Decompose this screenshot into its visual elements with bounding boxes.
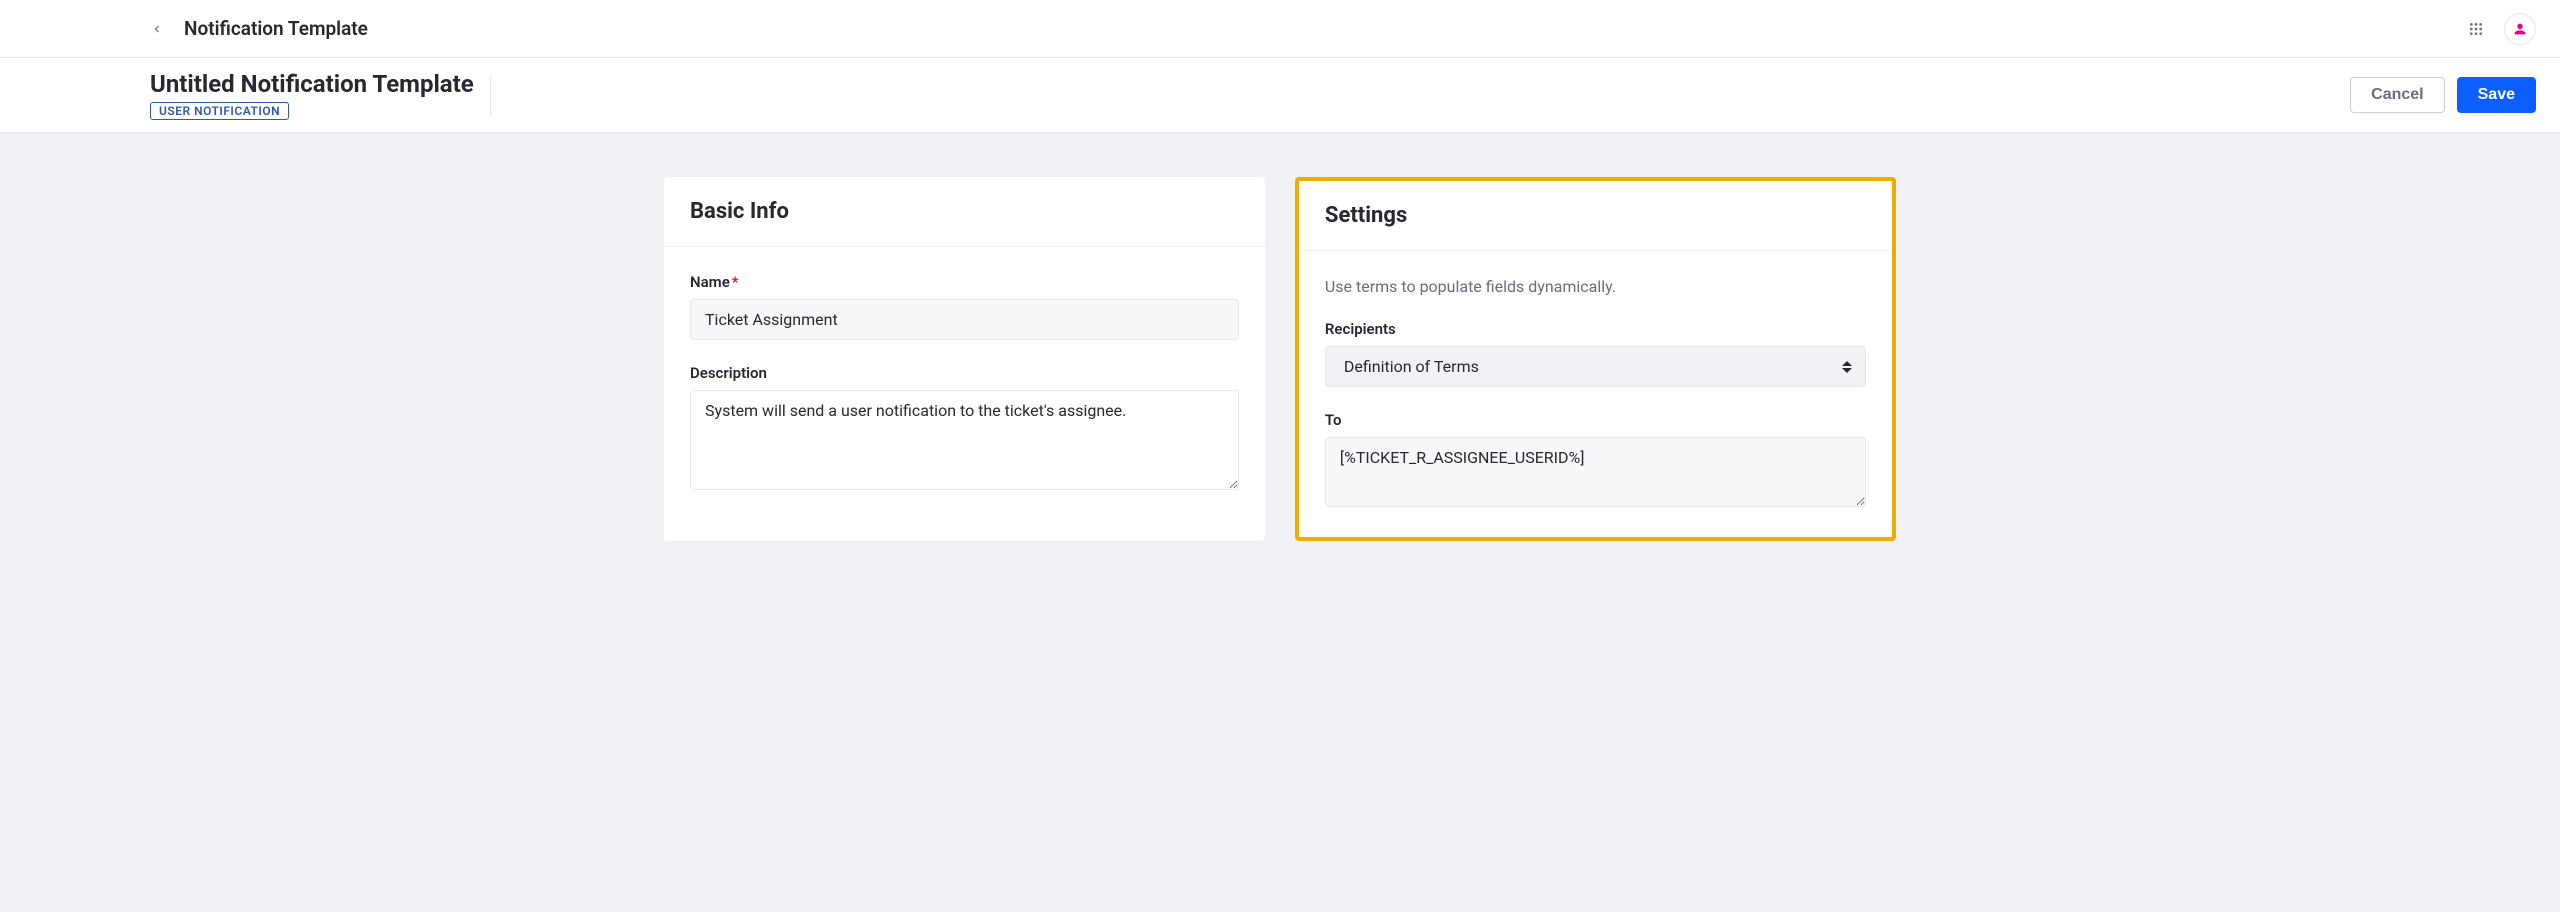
sub-header: Untitled Notification Template USER NOTI… (0, 58, 2560, 133)
required-indicator: * (732, 273, 739, 291)
settings-card: Settings Use terms to populate fields dy… (1295, 177, 1896, 541)
card-header: Settings (1299, 181, 1892, 251)
top-bar: Notification Template (0, 0, 2560, 58)
settings-hint: Use terms to populate fields dynamically… (1325, 277, 1866, 296)
user-avatar[interactable] (2504, 13, 2536, 45)
recipients-select[interactable]: Definition of Terms (1325, 346, 1866, 387)
card-body: Name* Description System will send a use… (664, 247, 1265, 520)
notification-type-badge: USER NOTIFICATION (150, 102, 289, 120)
top-bar-right (2468, 13, 2536, 45)
back-icon[interactable] (150, 22, 164, 36)
card-body: Use terms to populate fields dynamically… (1299, 251, 1892, 537)
recipients-select-wrap: Definition of Terms (1325, 346, 1866, 387)
save-button[interactable]: Save (2457, 77, 2536, 113)
user-icon (2512, 21, 2528, 37)
to-textarea[interactable]: [%TICKET_R_ASSIGNEE_USERID%] (1325, 437, 1866, 507)
to-form-group: To [%TICKET_R_ASSIGNEE_USERID%] (1325, 411, 1866, 511)
name-input[interactable] (690, 299, 1239, 340)
basic-info-title: Basic Info (690, 199, 1239, 224)
to-label: To (1325, 411, 1866, 429)
description-textarea[interactable]: System will send a user notification to … (690, 390, 1239, 490)
card-header: Basic Info (664, 177, 1265, 247)
description-label: Description (690, 364, 1239, 382)
name-label-text: Name (690, 273, 730, 291)
recipients-label: Recipients (1325, 320, 1866, 338)
settings-title: Settings (1325, 203, 1866, 228)
action-buttons: Cancel Save (2350, 77, 2536, 113)
cancel-button[interactable]: Cancel (2350, 77, 2444, 113)
main-content: Basic Info Name* Description System will… (494, 133, 2066, 585)
name-label: Name* (690, 273, 1239, 291)
basic-info-card: Basic Info Name* Description System will… (664, 177, 1265, 541)
description-form-group: Description System will send a user noti… (690, 364, 1239, 494)
recipients-form-group: Recipients Definition of Terms (1325, 320, 1866, 387)
name-form-group: Name* (690, 273, 1239, 340)
apps-grid-icon[interactable] (2468, 21, 2484, 37)
top-bar-left: Notification Template (150, 17, 368, 40)
divider (490, 75, 491, 115)
page-title: Untitled Notification Template (150, 70, 474, 98)
breadcrumb-title: Notification Template (184, 17, 368, 40)
sub-title-wrap: Untitled Notification Template USER NOTI… (150, 70, 474, 120)
